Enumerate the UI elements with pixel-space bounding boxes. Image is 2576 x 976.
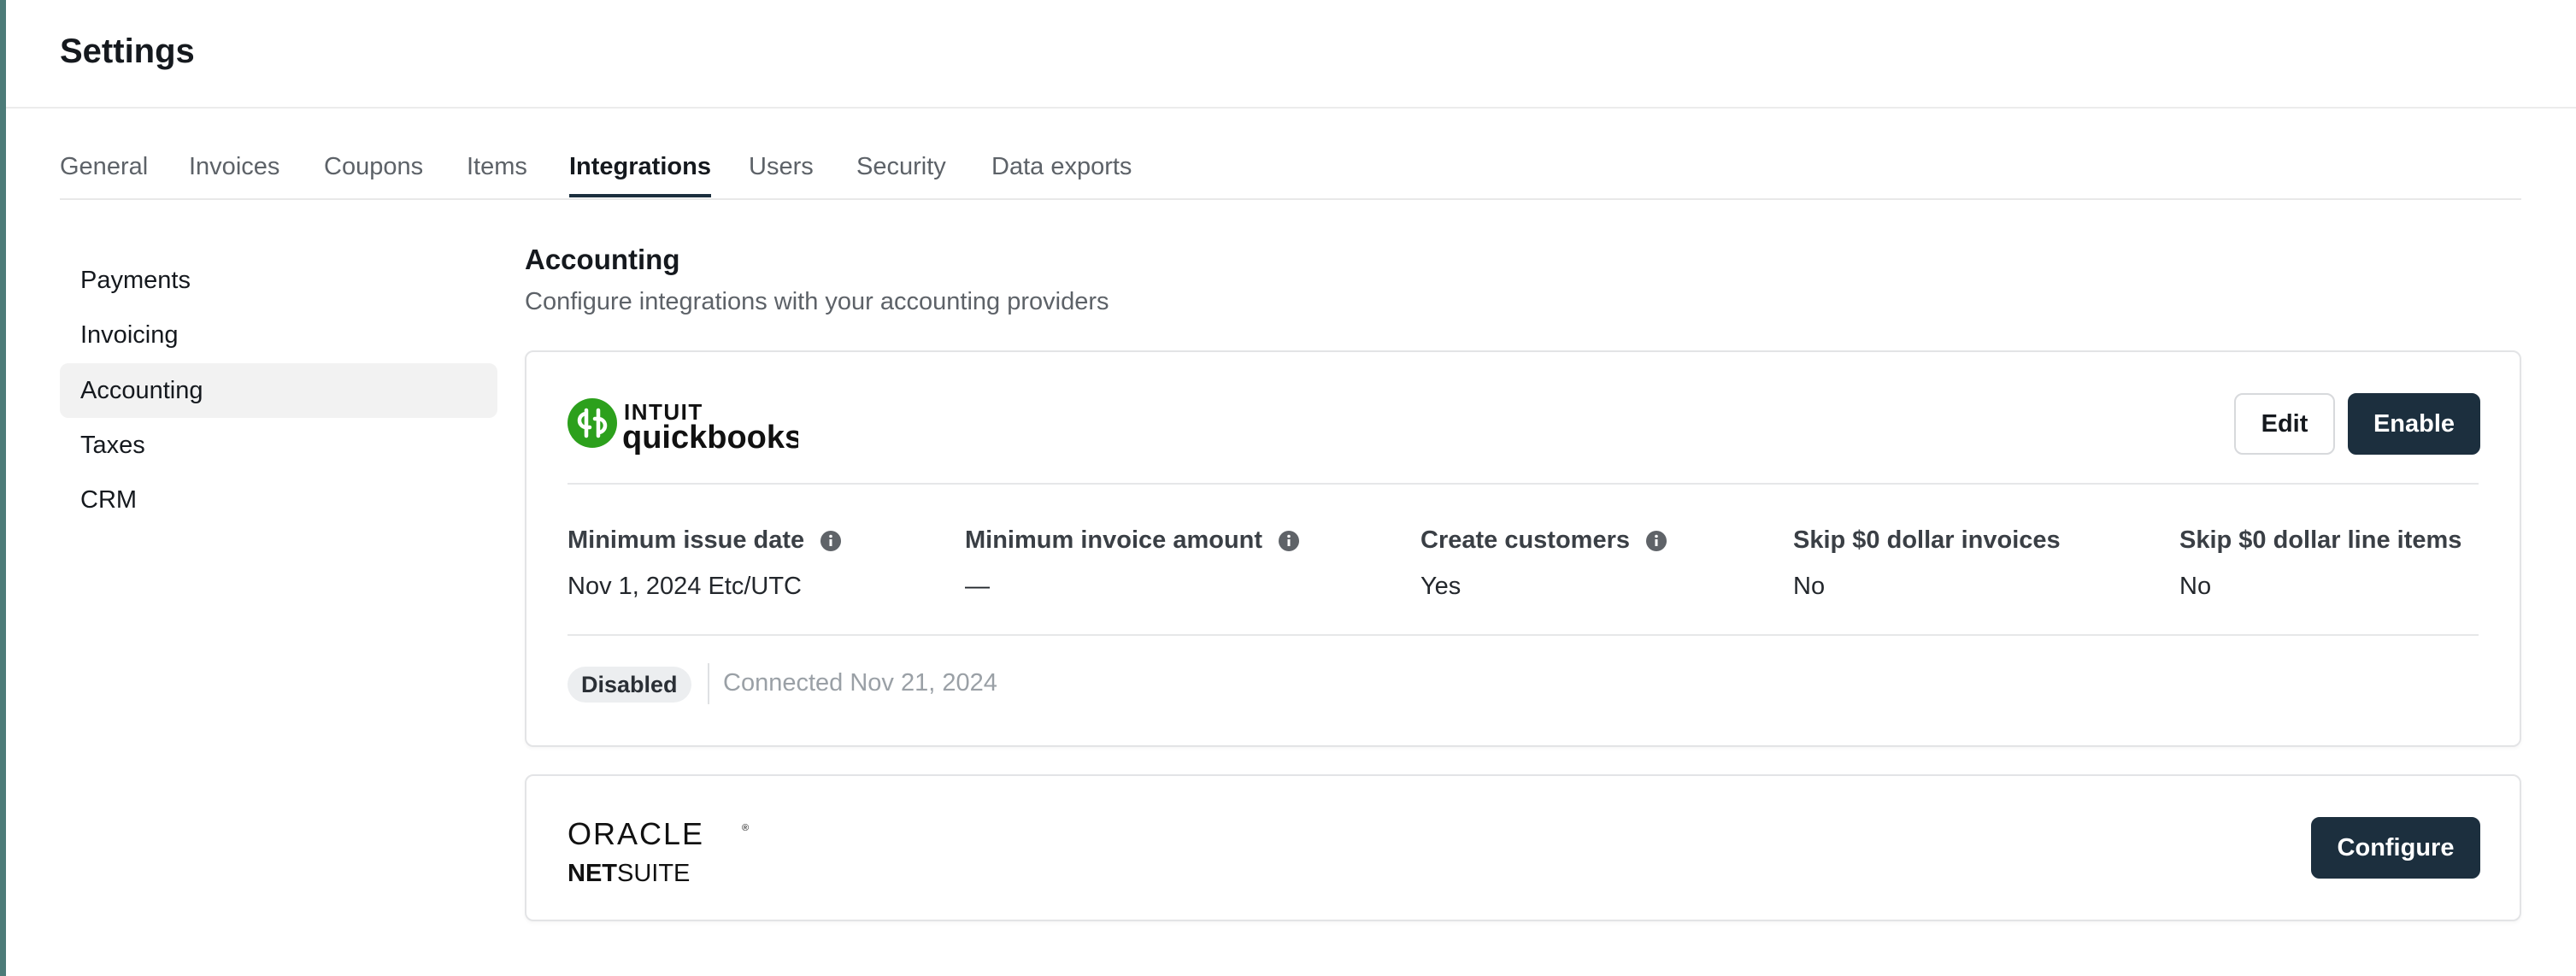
info-icon[interactable] — [820, 530, 842, 552]
left-accent-bar — [0, 0, 6, 976]
field-label-create-customers: Create customers — [1420, 526, 1667, 555]
sidebar-item-crm[interactable]: CRM — [60, 473, 497, 527]
netsuite-logo-net: NET — [568, 860, 617, 887]
field-value-skip-zero-line-items: No — [2179, 573, 2212, 600]
field-label-minimum-invoice-amount: Minimum invoice amount — [965, 526, 1300, 555]
section-title: Accounting — [525, 244, 680, 275]
netsuite-logo-oracle: ORACLE — [568, 819, 704, 851]
field-value-minimum-issue-date: Nov 1, 2024 Etc/UTC — [568, 573, 802, 600]
card-divider — [568, 483, 2479, 485]
settings-tabs: General Invoices Coupons Items Integrati… — [60, 149, 2521, 200]
field-value-skip-zero-invoices: No — [1793, 573, 1826, 600]
sidebar-item-accounting[interactable]: Accounting — [60, 363, 497, 418]
tab-general[interactable]: General — [60, 153, 148, 181]
tab-integrations[interactable]: Integrations — [569, 153, 711, 197]
configure-button[interactable]: Configure — [2311, 817, 2480, 879]
info-icon[interactable] — [1278, 530, 1300, 552]
enable-button[interactable]: Enable — [2348, 393, 2480, 455]
card-divider — [568, 634, 2479, 636]
field-label-minimum-issue-date: Minimum issue date — [568, 526, 842, 555]
tab-coupons[interactable]: Coupons — [324, 153, 423, 181]
sidebar-item-payments[interactable]: Payments — [60, 253, 497, 308]
sidebar-item-invoicing[interactable]: Invoicing — [60, 308, 497, 362]
quickbooks-logo: INTUIT quickbooks — [568, 398, 798, 455]
status-badge: Disabled — [568, 667, 691, 703]
netsuite-logo-suite: SUITE — [617, 860, 690, 887]
netsuite-logo-registered: ® — [742, 823, 749, 833]
oracle-netsuite-logo: ORACLE ® NETSUITE — [568, 819, 749, 887]
settings-app: Settings General Invoices Coupons Items … — [0, 0, 2576, 976]
tab-security[interactable]: Security — [856, 153, 946, 181]
quickbooks-logo-wordmark: quickbooks — [622, 420, 798, 455]
section-subtitle: Configure integrations with your account… — [525, 288, 1109, 315]
tab-users[interactable]: Users — [749, 153, 814, 181]
tab-invoices[interactable]: Invoices — [189, 153, 279, 181]
page-title: Settings — [60, 32, 195, 70]
field-label-skip-zero-invoices: Skip $0 dollar invoices — [1793, 526, 2061, 554]
field-value-minimum-invoice-amount: — — [965, 573, 990, 600]
tab-items[interactable]: Items — [467, 153, 527, 181]
quickbooks-integration-card: INTUIT quickbooks Edit Enable Minimum is… — [525, 350, 2521, 747]
edit-button[interactable]: Edit — [2234, 393, 2335, 455]
svg-text:NETSUITE: NETSUITE — [568, 860, 690, 887]
connected-date: Connected Nov 21, 2024 — [723, 669, 997, 697]
page-header: Settings — [6, 0, 2576, 109]
field-label-skip-zero-line-items: Skip $0 dollar line items — [2179, 526, 2462, 554]
netsuite-integration-card: ORACLE ® NETSUITE Configure — [525, 774, 2521, 921]
status-separator — [708, 663, 709, 704]
field-value-create-customers: Yes — [1420, 573, 1461, 600]
tab-data-exports[interactable]: Data exports — [991, 153, 1132, 181]
sidebar-item-taxes[interactable]: Taxes — [60, 418, 497, 473]
info-icon[interactable] — [1645, 530, 1667, 552]
